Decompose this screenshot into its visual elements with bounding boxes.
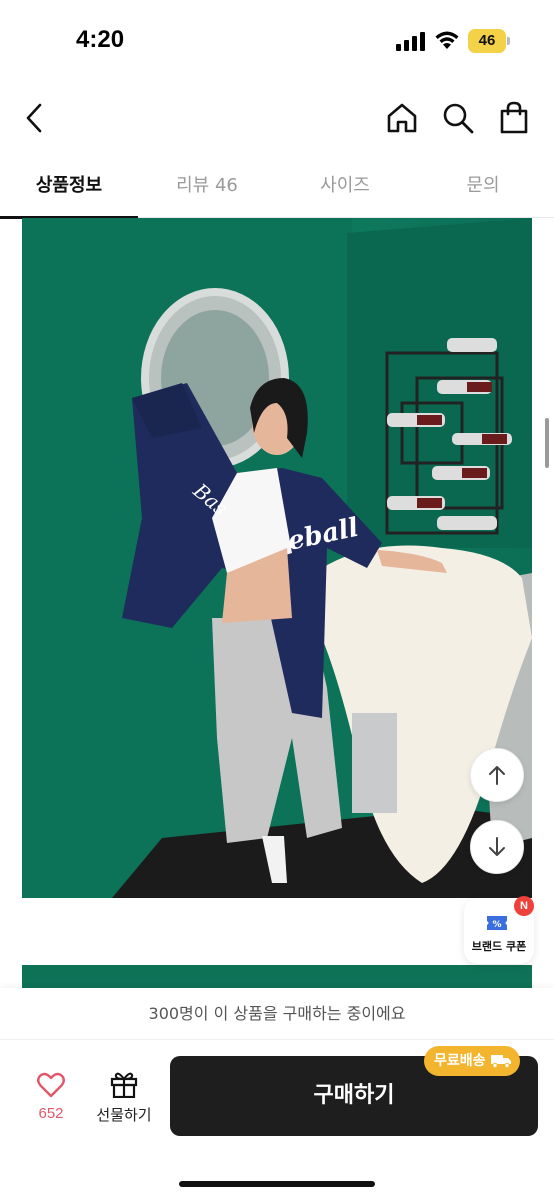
search-button[interactable] — [436, 96, 480, 140]
like-button[interactable]: 652 — [18, 1072, 84, 1132]
gift-icon — [110, 1072, 138, 1098]
purchase-bar: 300명이 이 상품을 구매하는 중이에요 652 선물하기 구매하기 무료배송 — [0, 988, 554, 1200]
home-button[interactable] — [380, 96, 424, 140]
tab-size[interactable]: 사이즈 — [276, 160, 414, 218]
battery-level: 46 — [478, 32, 496, 49]
scroll-to-top-button[interactable] — [470, 748, 524, 802]
product-tabs: 상품정보 리뷰 46 사이즈 문의 — [0, 160, 554, 219]
home-icon — [387, 103, 417, 133]
gift-button[interactable]: 선물하기 — [86, 1068, 162, 1128]
buyers-notice: 300명이 이 상품을 구매하는 중이에요 — [0, 988, 554, 1040]
product-photo: Bas eball — [22, 218, 532, 898]
scrollbar[interactable] — [545, 418, 549, 468]
tab-inquiry[interactable]: 문의 — [414, 160, 552, 218]
status-time: 4:20 — [76, 26, 125, 53]
svg-text:%: % — [492, 920, 501, 930]
truck-icon — [490, 1055, 511, 1069]
coupon-label: 브랜드 쿠폰 — [471, 940, 527, 953]
cellular-signal-icon — [396, 32, 425, 51]
shopping-bag-icon — [500, 101, 528, 134]
brand-coupon-button[interactable]: % 브랜드 쿠폰 N — [464, 896, 534, 964]
scroll-to-bottom-button[interactable] — [470, 820, 524, 874]
arrow-down-icon — [489, 837, 505, 856]
gift-label: 선물하기 — [96, 1106, 152, 1124]
chevron-left-icon — [26, 103, 42, 133]
new-badge: N — [514, 896, 534, 916]
back-button[interactable] — [14, 96, 54, 140]
battery-icon: 46 — [468, 29, 510, 53]
free-shipping-label: 무료배송 — [434, 1053, 486, 1069]
tab-product-info[interactable]: 상품정보 — [0, 160, 138, 219]
status-bar: 4:20 46 — [0, 0, 554, 80]
tab-reviews[interactable]: 리뷰 46 — [138, 160, 276, 218]
search-icon — [443, 103, 474, 134]
home-indicator[interactable] — [179, 1181, 375, 1187]
product-photo-illustration: Bas eball — [22, 218, 532, 898]
shopping-bag-button[interactable] — [492, 96, 536, 140]
like-count: 652 — [38, 1105, 64, 1122]
wifi-icon — [435, 31, 459, 49]
coupon-icon: % — [487, 916, 507, 930]
heart-icon — [37, 1072, 65, 1098]
free-shipping-badge: 무료배송 — [424, 1046, 520, 1076]
top-navigation — [0, 88, 554, 148]
arrow-up-icon — [489, 766, 505, 785]
